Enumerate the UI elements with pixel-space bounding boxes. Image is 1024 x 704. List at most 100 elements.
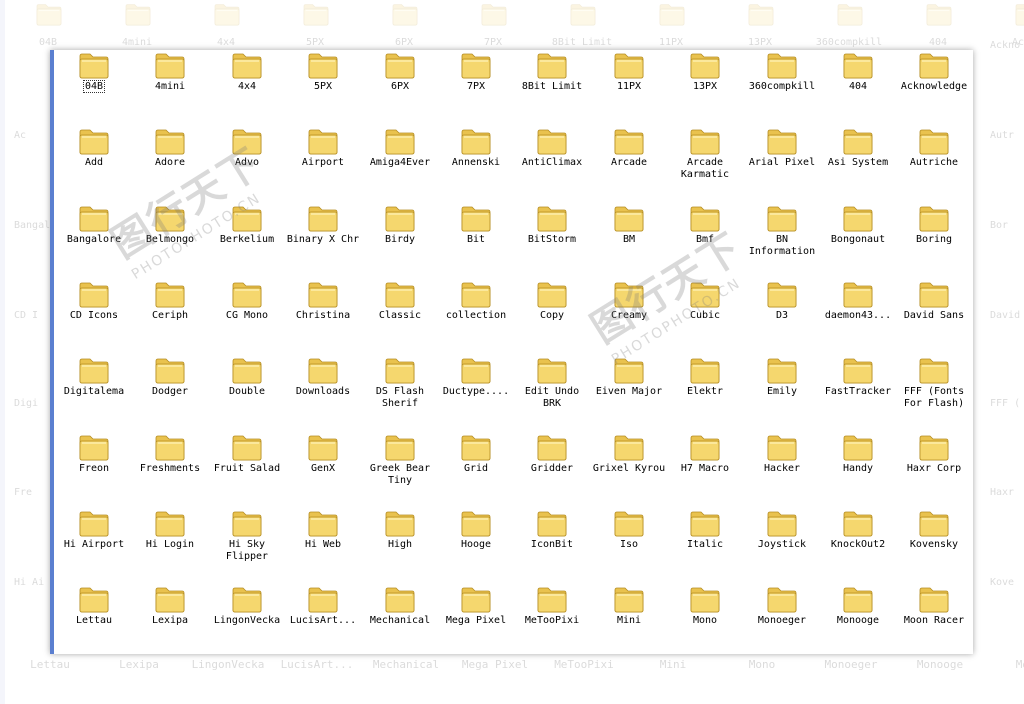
folder-item[interactable]: Ductype.... xyxy=(438,356,514,426)
folder-item[interactable]: 6PX xyxy=(362,51,438,121)
folder-item[interactable]: Advo xyxy=(209,127,285,197)
folder-item[interactable]: Asi System xyxy=(820,127,896,197)
folder-item[interactable]: Italic xyxy=(667,509,743,579)
folder-item[interactable]: Fruit Salad xyxy=(209,433,285,503)
folder-item[interactable]: Arcade xyxy=(591,127,667,197)
folder-item[interactable]: Elektr xyxy=(667,356,743,426)
folder-item[interactable]: Iso xyxy=(591,509,667,579)
folder-label: Digitalema xyxy=(63,386,125,397)
folder-item[interactable]: Mini xyxy=(591,585,667,654)
folder-item[interactable]: Lexipa xyxy=(132,585,208,654)
folder-item[interactable]: FFF (Fonts For Flash) xyxy=(896,356,972,426)
folder-item[interactable]: Hi Airport xyxy=(56,509,132,579)
folder-item[interactable]: Adore xyxy=(132,127,208,197)
folder-item[interactable]: BitStorm xyxy=(514,204,590,274)
folder-item[interactable]: GenX xyxy=(285,433,361,503)
folder-item[interactable]: Hooge xyxy=(438,509,514,579)
folder-item[interactable]: CD Icons xyxy=(56,280,132,350)
folder-item[interactable]: FastTracker xyxy=(820,356,896,426)
folder-icon xyxy=(79,280,109,308)
folder-item[interactable]: 7PX xyxy=(438,51,514,121)
folder-item[interactable]: Acknowledge xyxy=(896,51,972,121)
folder-item[interactable]: Mechanical xyxy=(362,585,438,654)
background-folder-label: Lettau xyxy=(30,658,70,671)
folder-item[interactable]: Digitalema xyxy=(56,356,132,426)
folder-item[interactable]: H7 Macro xyxy=(667,433,743,503)
folder-item[interactable]: Bit xyxy=(438,204,514,274)
folder-item[interactable]: Autriche xyxy=(896,127,972,197)
folder-item[interactable]: Binary X Chr xyxy=(285,204,361,274)
folder-item[interactable]: Arial Pixel xyxy=(744,127,820,197)
folder-item[interactable]: Annenski xyxy=(438,127,514,197)
folder-item[interactable]: 360compkill xyxy=(744,51,820,121)
folder-item[interactable]: 5PX xyxy=(285,51,361,121)
folder-item[interactable]: Arcade Karmatic xyxy=(667,127,743,197)
folder-item[interactable]: Mono xyxy=(667,585,743,654)
folder-item[interactable]: D3 xyxy=(744,280,820,350)
folder-item[interactable]: 4mini xyxy=(132,51,208,121)
folder-item[interactable]: Grid xyxy=(438,433,514,503)
folder-item[interactable]: Christina xyxy=(285,280,361,350)
folder-item[interactable]: IconBit xyxy=(514,509,590,579)
folder-item[interactable]: Kovensky xyxy=(896,509,972,579)
folder-item[interactable]: Hi Web xyxy=(285,509,361,579)
folder-item[interactable]: CG Mono xyxy=(209,280,285,350)
folder-item[interactable]: Copy xyxy=(514,280,590,350)
folder-item[interactable]: Double xyxy=(209,356,285,426)
folder-item[interactable]: Airport xyxy=(285,127,361,197)
folder-item[interactable]: Handy xyxy=(820,433,896,503)
folder-item[interactable]: Ceriph xyxy=(132,280,208,350)
folder-item[interactable]: Lettau xyxy=(56,585,132,654)
folder-item[interactable]: DS Flash Sherif xyxy=(362,356,438,426)
folder-item[interactable]: collection xyxy=(438,280,514,350)
folder-item[interactable]: Mega Pixel xyxy=(438,585,514,654)
folder-item[interactable]: 4x4 xyxy=(209,51,285,121)
folder-item[interactable]: Moon Racer xyxy=(896,585,972,654)
folder-item[interactable]: Greek Bear Tiny xyxy=(362,433,438,503)
folder-item[interactable]: Birdy xyxy=(362,204,438,274)
folder-item[interactable]: Bongonaut xyxy=(820,204,896,274)
folder-item[interactable]: LingonVecka xyxy=(209,585,285,654)
folder-item[interactable]: 8Bit Limit xyxy=(514,51,590,121)
folder-item[interactable]: Classic xyxy=(362,280,438,350)
folder-item[interactable]: AntiClimax xyxy=(514,127,590,197)
folder-item[interactable]: BM xyxy=(591,204,667,274)
folder-item[interactable]: Belmongo xyxy=(132,204,208,274)
folder-item[interactable]: Cubic xyxy=(667,280,743,350)
folder-item[interactable]: Boring xyxy=(896,204,972,274)
folder-item[interactable]: MeTooPixi xyxy=(514,585,590,654)
folder-item[interactable]: Hacker xyxy=(744,433,820,503)
folder-item[interactable]: Grixel Kyrou xyxy=(591,433,667,503)
folder-item[interactable]: Bangalore xyxy=(56,204,132,274)
folder-item[interactable]: LucisArt... xyxy=(285,585,361,654)
folder-item[interactable]: Eiven Major xyxy=(591,356,667,426)
folder-item[interactable]: Bmf xyxy=(667,204,743,274)
folder-item[interactable]: 404 xyxy=(820,51,896,121)
folder-item[interactable]: BN Information xyxy=(744,204,820,274)
folder-item[interactable]: Hi Login xyxy=(132,509,208,579)
folder-item[interactable]: Hi Sky Flipper xyxy=(209,509,285,579)
folder-item[interactable]: Berkelium xyxy=(209,204,285,274)
folder-item[interactable]: Gridder xyxy=(514,433,590,503)
folder-item[interactable]: daemon43... xyxy=(820,280,896,350)
folder-item[interactable]: Edit Undo BRK xyxy=(514,356,590,426)
folder-item[interactable]: KnockOut2 xyxy=(820,509,896,579)
folder-item[interactable]: 13PX xyxy=(667,51,743,121)
folder-item[interactable]: Joystick xyxy=(744,509,820,579)
folder-item[interactable]: David Sans xyxy=(896,280,972,350)
folder-item[interactable]: Dodger xyxy=(132,356,208,426)
folder-item[interactable]: Amiga4Ever xyxy=(362,127,438,197)
folder-item[interactable]: Creamy xyxy=(591,280,667,350)
folder-item[interactable]: Emily xyxy=(744,356,820,426)
folder-item[interactable]: Haxr Corp xyxy=(896,433,972,503)
folder-item[interactable]: Freon xyxy=(56,433,132,503)
folder-item[interactable]: 04B xyxy=(56,51,132,121)
folder-item[interactable]: 11PX xyxy=(591,51,667,121)
folder-item[interactable]: Freshments xyxy=(132,433,208,503)
folder-item[interactable]: Monoeger xyxy=(744,585,820,654)
folder-item[interactable]: High xyxy=(362,509,438,579)
folder-icon xyxy=(767,51,797,79)
folder-item[interactable]: Monooge xyxy=(820,585,896,654)
folder-item[interactable]: Downloads xyxy=(285,356,361,426)
folder-item[interactable]: Add xyxy=(56,127,132,197)
